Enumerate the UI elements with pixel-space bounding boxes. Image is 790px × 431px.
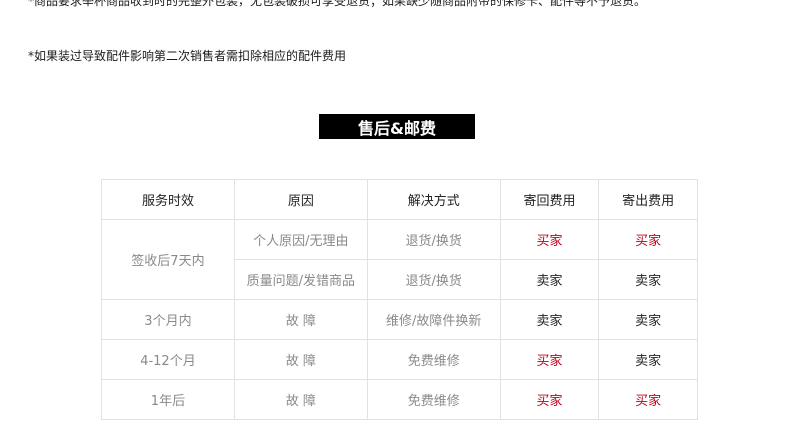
header-service-period: 服务时效 — [101, 179, 235, 220]
ship-fee-cell: 卖家 — [598, 259, 698, 300]
period-cell: 签收后7天内 — [101, 219, 235, 300]
table-row: 签收后7天内 个人原因/无理由 退货/换货 买家 买家 — [101, 219, 698, 300]
return-fee-cell: 买家 — [499, 379, 600, 420]
return-policy-note: *商品要求举杯商品收到时的完整外包装，无包装破损可享受退货；如果缺少随商品附带的… — [28, 0, 647, 8]
reason-cell: 故 障 — [233, 379, 368, 420]
accessory-fee-note: *如果装过导致配件影响第二次销售者需扣除相应的配件费用 — [28, 49, 347, 63]
table-row: 1年后 故 障 免费维修 买家 买家 — [101, 379, 698, 420]
after-sales-table: 服务时效 原因 解决方式 寄回费用 寄出费用 签收后7天内 个人原因/无理由 退… — [101, 179, 698, 420]
reason-cell: 故 障 — [233, 299, 368, 340]
solution-cell: 维修/故障件换新 — [366, 299, 501, 340]
solution-cell: 免费维修 — [366, 339, 501, 380]
period-cell: 1年后 — [101, 379, 235, 420]
table-row: 4-12个月 故 障 免费维修 买家 卖家 — [101, 339, 698, 380]
header-solution: 解决方式 — [366, 179, 501, 220]
period-cell: 3个月内 — [101, 299, 235, 340]
solution-cell: 免费维修 — [366, 379, 501, 420]
ship-fee-cell: 买家 — [598, 219, 698, 260]
ship-fee-cell: 买家 — [598, 379, 698, 420]
return-fee-cell: 卖家 — [499, 299, 600, 340]
header-return-fee: 寄回费用 — [499, 179, 600, 220]
header-ship-fee: 寄出费用 — [598, 179, 698, 220]
header-reason: 原因 — [233, 179, 368, 220]
return-fee-cell: 卖家 — [499, 259, 600, 300]
return-fee-cell: 买家 — [499, 219, 600, 260]
section-title: 售后&邮费 — [319, 114, 475, 139]
solution-cell: 退货/换货 — [366, 219, 501, 260]
solution-cell: 退货/换货 — [366, 259, 501, 300]
period-cell: 4-12个月 — [101, 339, 235, 380]
ship-fee-cell: 卖家 — [598, 299, 698, 340]
reason-cell: 个人原因/无理由 — [233, 219, 368, 260]
reason-cell: 质量问题/发错商品 — [233, 259, 368, 300]
return-fee-cell: 买家 — [499, 339, 600, 380]
table-header-row: 服务时效 原因 解决方式 寄回费用 寄出费用 — [101, 179, 698, 220]
ship-fee-cell: 卖家 — [598, 339, 698, 380]
reason-cell: 故 障 — [233, 339, 368, 380]
table-row: 3个月内 故 障 维修/故障件换新 卖家 卖家 — [101, 299, 698, 340]
